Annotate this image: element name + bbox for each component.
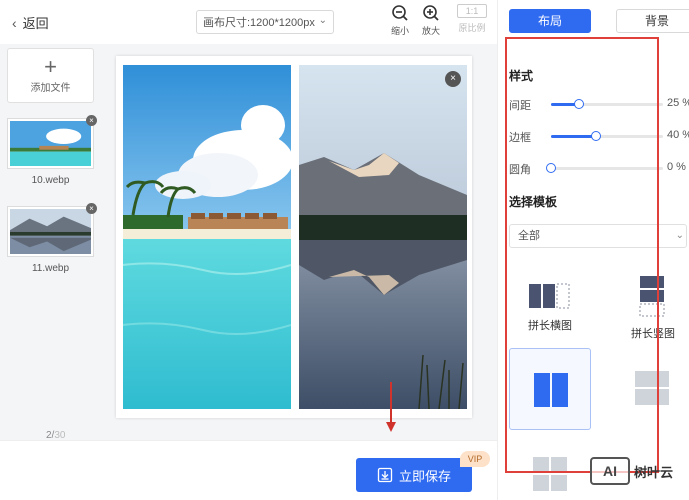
chevron-down-icon: ⌄	[675, 230, 684, 241]
add-file-button[interactable]: + 添加文件	[7, 48, 94, 103]
template-filter-select[interactable]: 全部 ⌄	[509, 224, 687, 248]
template-horizontal[interactable]: 拼长横图	[509, 282, 591, 333]
file-thumb[interactable]: × 10.webp	[7, 115, 97, 186]
template-grid[interactable]	[532, 456, 568, 492]
zoom-out-icon	[392, 5, 408, 21]
template-vertical-label: 拼长竖图	[631, 328, 675, 340]
template-two-column[interactable]	[509, 348, 591, 430]
lake-thumbnail	[10, 209, 91, 254]
file-name: 11.webp	[31, 263, 70, 274]
remove-file-icon[interactable]: ×	[86, 203, 97, 214]
add-file-label: 添加文件	[30, 83, 71, 94]
canvas-size-select[interactable]: 画布尺寸:1200*1200px ⌄	[196, 10, 334, 34]
template-two-row[interactable]	[634, 370, 670, 406]
canvas-size-value: 画布尺寸:1200*1200px	[203, 17, 315, 29]
original-ratio-label: 原比例	[458, 23, 486, 33]
zoom-in-icon	[423, 5, 439, 21]
ratio-box: 1:1	[457, 4, 487, 18]
two-column-icon	[534, 373, 568, 407]
tab-background[interactable]: 背景	[616, 9, 689, 33]
tab-layout[interactable]: 布局	[509, 9, 591, 33]
download-icon	[377, 467, 393, 483]
grid-icon	[533, 457, 567, 491]
template-vertical[interactable]: 拼长竖图	[612, 274, 689, 341]
watermark-text: 树叶云	[634, 464, 674, 480]
border-slider[interactable]: 边框 40 %	[509, 128, 689, 144]
beach-thumbnail	[10, 121, 91, 166]
template-filter-value: 全部	[518, 230, 540, 242]
file-panel: + 添加文件 × 10.webp × 11.webp	[0, 44, 104, 440]
collage-tile-lake[interactable]: ×	[299, 65, 467, 409]
original-ratio-button[interactable]: 1:1 原比例	[452, 4, 492, 34]
vertical-join-icon	[639, 276, 665, 317]
corner-radius-slider[interactable]: 圆角 0 %	[509, 160, 689, 176]
back-button[interactable]: ‹ 返回	[12, 13, 49, 32]
remove-file-icon[interactable]: ×	[86, 115, 97, 126]
save-now-label: 立即保存	[398, 468, 451, 484]
watermark-logo: AI	[590, 457, 630, 485]
close-icon[interactable]: ×	[445, 71, 461, 87]
thumbnail-image: ×	[7, 115, 97, 169]
border-value: 40 %	[667, 129, 689, 141]
template-horizontal-label: 拼长横图	[528, 320, 572, 332]
arrow-down-icon	[386, 382, 396, 432]
corner-radius-handle[interactable]	[546, 163, 556, 173]
zoom-in-button[interactable]: 放大	[416, 4, 446, 37]
corner-radius-label: 圆角	[509, 164, 531, 176]
thumbnail-image: ×	[7, 203, 97, 257]
bottom-bar: 立即保存 VIP	[0, 440, 497, 500]
spacing-track[interactable]	[551, 99, 663, 109]
spacing-slider[interactable]: 间距 25 %	[509, 96, 689, 112]
style-section-title: 样式	[509, 69, 534, 83]
vip-badge: VIP	[460, 451, 490, 467]
file-thumb[interactable]: × 11.webp	[7, 203, 97, 274]
corner-radius-value: 0 %	[667, 161, 686, 173]
border-track[interactable]	[551, 131, 663, 141]
chevron-left-icon: ‹	[12, 14, 17, 31]
collage-canvas: ×	[116, 56, 472, 418]
template-section-title: 选择模板	[509, 195, 558, 209]
corner-radius-track[interactable]	[546, 163, 663, 173]
border-label: 边框	[509, 132, 531, 144]
border-handle[interactable]	[590, 131, 601, 141]
zoom-out-button[interactable]: 缩小	[385, 4, 415, 37]
lake-image	[299, 65, 467, 409]
chevron-down-icon: ⌄	[318, 15, 327, 26]
spacing-value: 25 %	[667, 97, 689, 109]
top-toolbar: ‹ 返回 画布尺寸:1200*1200px ⌄ 缩小 放大 1:1 原比例	[0, 0, 497, 44]
save-now-button[interactable]: 立即保存	[356, 458, 472, 492]
collage-tile-beach[interactable]	[123, 65, 291, 409]
zoom-out-label: 缩小	[390, 26, 409, 36]
settings-panel: 布局 背景 样式 间距 25 % 边框 40 % 圆角 0 % 选择模板 全部 …	[497, 0, 689, 500]
horizontal-join-icon	[529, 283, 570, 309]
spacing-label: 间距	[509, 100, 531, 112]
canvas-stage: ×	[104, 44, 497, 440]
two-row-icon	[635, 371, 669, 405]
spacing-handle[interactable]	[574, 99, 584, 109]
back-label: 返回	[22, 16, 49, 31]
file-name: 10.webp	[31, 175, 70, 186]
zoom-in-label: 放大	[421, 26, 440, 36]
beach-image	[123, 65, 291, 409]
plus-icon: +	[44, 54, 57, 79]
watermark: AI 树叶云	[590, 456, 689, 486]
border-fill	[551, 135, 596, 138]
